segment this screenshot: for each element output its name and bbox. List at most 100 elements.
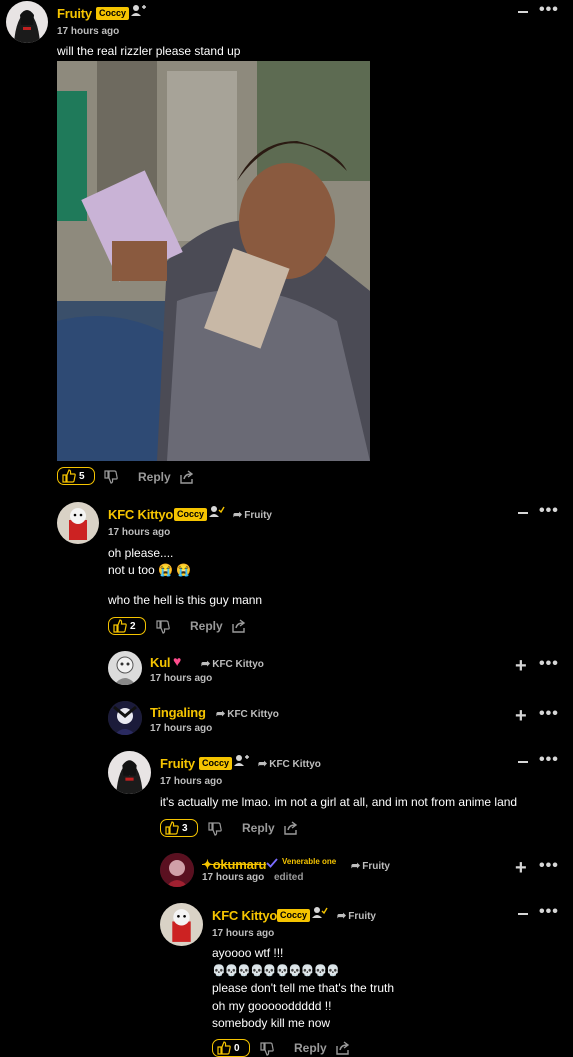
thumbs-up-icon: [62, 469, 76, 483]
reply-arrow-icon: ➦: [351, 860, 361, 872]
timestamp: 17 hours ago: [202, 872, 265, 883]
comment-text: oh my goooooddddd !!: [212, 999, 332, 1013]
reply-button[interactable]: Reply: [138, 470, 171, 484]
comment-text: oh please....: [108, 546, 174, 560]
more-options-icon[interactable]: •••: [539, 502, 559, 520]
user-badge: Coccy: [96, 7, 130, 20]
user-title: Venerable one: [282, 857, 337, 866]
reply-button[interactable]: Reply: [294, 1041, 327, 1055]
timestamp: 17 hours ago: [160, 776, 223, 787]
expand-icon[interactable]: +: [515, 858, 527, 878]
thumbs-down-icon[interactable]: [104, 470, 118, 484]
reply-to-user[interactable]: Fruity: [348, 911, 376, 922]
collapse-icon[interactable]: [518, 761, 528, 763]
expand-icon[interactable]: +: [515, 656, 527, 676]
reply-arrow-icon: ➦: [233, 509, 243, 521]
comment-text: ayoooo wtf !!!: [212, 946, 284, 960]
reply-to-label[interactable]: ➦ KFC Kittyo: [258, 757, 321, 770]
like-button[interactable]: 3: [160, 819, 198, 837]
user-badge: Coccy: [277, 909, 311, 922]
reply-to-user[interactable]: Fruity: [244, 510, 272, 521]
like-button[interactable]: 2: [108, 617, 146, 635]
follow-user-icon[interactable]: [209, 505, 225, 518]
timestamp: 17 hours ago: [150, 723, 213, 734]
reply-arrow-icon: ➦: [337, 910, 347, 922]
like-button[interactable]: 5: [57, 467, 95, 485]
user-badge: Coccy: [199, 757, 233, 770]
more-options-icon[interactable]: •••: [539, 751, 559, 769]
collapse-icon[interactable]: [518, 512, 528, 514]
author-name[interactable]: Fruity: [57, 6, 92, 21]
reply-to-label[interactable]: ➦ Fruity: [337, 909, 376, 922]
thumbs-up-icon: [113, 619, 127, 633]
follow-user-icon[interactable]: [234, 754, 250, 767]
reply-to-label[interactable]: ➦ KFC Kittyo: [216, 707, 279, 720]
comment-text: please don't tell me that's the truth: [212, 981, 395, 995]
like-count: 2: [130, 620, 136, 632]
share-icon[interactable]: [336, 1041, 350, 1055]
comment-text: it's actually me lmao. im not a girl at …: [160, 795, 518, 809]
verified-check-icon: [266, 858, 278, 868]
author-name[interactable]: KFC Kittyo: [108, 507, 173, 522]
thumbs-up-icon: [165, 821, 179, 835]
reply-button[interactable]: Reply: [242, 821, 275, 835]
more-options-icon[interactable]: •••: [539, 857, 559, 875]
like-button[interactable]: 0: [212, 1039, 250, 1057]
reply-to-user[interactable]: KFC Kittyo: [269, 759, 321, 770]
like-count: 0: [234, 1042, 240, 1054]
author-name[interactable]: ✦okumaru: [202, 857, 266, 873]
thumbs-down-icon[interactable]: [260, 1042, 274, 1056]
edited-label: edited: [274, 872, 304, 883]
avatar[interactable]: [108, 751, 151, 794]
timestamp: 17 hours ago: [150, 673, 213, 684]
avatar[interactable]: [108, 651, 142, 685]
author-name[interactable]: Kul: [150, 655, 171, 670]
comment-text: who the hell is this guy mann: [108, 593, 263, 607]
heart-icon: ♥: [173, 653, 182, 669]
more-options-icon[interactable]: •••: [539, 903, 559, 921]
reply-to-label[interactable]: ➦ Fruity: [233, 508, 272, 521]
expand-icon[interactable]: +: [515, 706, 527, 726]
avatar[interactable]: [57, 502, 99, 544]
more-options-icon[interactable]: •••: [539, 705, 559, 723]
reply-button[interactable]: Reply: [190, 619, 223, 633]
reply-to-label[interactable]: ➦ KFC Kittyo: [201, 657, 264, 670]
reply-to-label[interactable]: ➦ Fruity: [351, 859, 390, 872]
avatar[interactable]: [108, 701, 142, 735]
comment-text: somebody kill me now: [212, 1016, 331, 1030]
avatar[interactable]: [160, 853, 194, 887]
share-icon[interactable]: [232, 619, 246, 633]
author-name[interactable]: Tingaling: [150, 705, 206, 720]
share-icon[interactable]: [180, 470, 194, 484]
reply-to-user[interactable]: Fruity: [362, 861, 390, 872]
thumbs-down-icon[interactable]: [156, 620, 170, 634]
author-name[interactable]: KFC Kittyo: [212, 908, 277, 923]
reply-to-user[interactable]: KFC Kittyo: [227, 709, 279, 720]
timestamp: 17 hours ago: [108, 527, 171, 538]
avatar[interactable]: [160, 903, 203, 946]
follow-user-icon[interactable]: [131, 4, 147, 17]
comment-text: will the real rizzler please stand up: [57, 44, 241, 58]
collapse-icon[interactable]: [518, 11, 528, 13]
thumbs-up-icon: [217, 1041, 231, 1055]
reply-to-user[interactable]: KFC Kittyo: [212, 659, 264, 670]
comment-text: not u too 😭 😭: [108, 563, 192, 577]
user-badge: Coccy: [174, 508, 208, 521]
avatar[interactable]: [6, 1, 48, 43]
collapse-icon[interactable]: [518, 913, 528, 915]
comment-image[interactable]: [57, 61, 370, 461]
timestamp: 17 hours ago: [212, 928, 275, 939]
share-icon[interactable]: [284, 821, 298, 835]
timestamp: 17 hours ago: [57, 26, 120, 37]
like-count: 3: [182, 822, 188, 834]
reply-arrow-icon: ➦: [258, 758, 268, 770]
thumbs-down-icon[interactable]: [208, 822, 222, 836]
comment-text: 💀💀💀💀💀💀💀💀💀💀: [212, 965, 340, 977]
more-options-icon[interactable]: •••: [539, 655, 559, 673]
reply-arrow-icon: ➦: [201, 658, 211, 670]
author-name[interactable]: Fruity: [160, 756, 195, 771]
like-count: 5: [79, 470, 85, 482]
follow-user-icon[interactable]: [312, 906, 328, 919]
reply-arrow-icon: ➦: [216, 708, 226, 720]
more-options-icon[interactable]: •••: [539, 1, 559, 19]
